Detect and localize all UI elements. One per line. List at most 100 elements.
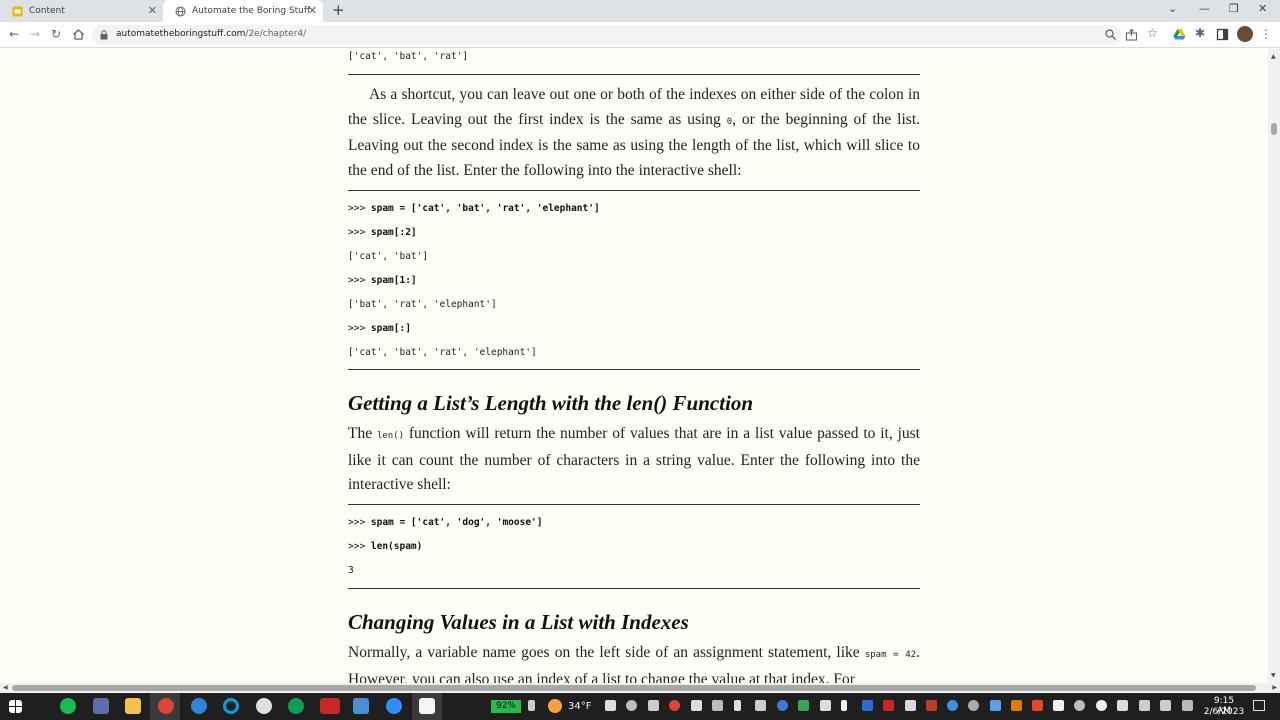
code-output: 3 <box>348 565 354 576</box>
tray-app-icon[interactable] <box>648 700 659 711</box>
edge-icon[interactable] <box>191 698 207 714</box>
code-line: >>> spam[1:] <box>348 275 417 286</box>
code-divider <box>348 369 920 370</box>
tray-app-icon[interactable] <box>883 700 894 711</box>
tray-app-icon[interactable] <box>755 700 766 711</box>
tray-app-icon[interactable] <box>712 700 723 711</box>
tray-app-icon[interactable] <box>905 700 916 711</box>
tray-app-icon[interactable] <box>820 700 831 711</box>
address-bar[interactable]: automatetheboringstuff.com/2e/chapter4/ … <box>92 25 1158 45</box>
bookmark-star-icon[interactable]: ☆ <box>1147 26 1158 40</box>
tray-app-icon[interactable] <box>990 700 1001 711</box>
code-line: >>> spam[:] <box>348 323 411 334</box>
tab-automate-boring-stuff[interactable]: Automate the Boring Stuff with Python ✕ <box>163 0 323 22</box>
reload-icon[interactable]: ↻ <box>51 27 61 41</box>
close-window-icon[interactable]: ✕ <box>1258 2 1267 15</box>
tray-app-icon[interactable] <box>968 700 979 711</box>
file-explorer-icon[interactable] <box>125 698 141 714</box>
code-line: >>> spam = ['cat', 'dog', 'moose'] <box>348 517 543 528</box>
share-icon[interactable] <box>1125 28 1138 41</box>
tray-app-icon[interactable] <box>1032 700 1043 711</box>
minimize-icon[interactable]: — <box>1199 2 1210 15</box>
paragraph-slice-shortcut: As a shortcut, you can leave out one or … <box>348 83 920 183</box>
forward-icon[interactable]: → <box>30 27 40 41</box>
url-path: /2e/chapter4/ <box>245 29 307 39</box>
tab-search-icon[interactable]: ⌄ <box>1168 2 1177 15</box>
wifi-icon[interactable] <box>1139 700 1150 711</box>
clock-date[interactable]: 2/6/2023 <box>1203 707 1245 717</box>
onedrive-icon[interactable] <box>947 700 958 711</box>
weather-temperature[interactable]: 34°F <box>568 701 591 712</box>
network-app-icon[interactable] <box>93 698 109 714</box>
tray-app-icon[interactable] <box>734 700 741 711</box>
url-host: automatetheboringstuff.com <box>116 29 246 39</box>
tray-chrome-icon[interactable] <box>669 700 680 711</box>
bluetooth-icon[interactable] <box>862 700 873 711</box>
tray-app-icon[interactable] <box>777 700 788 711</box>
paragraph-assignment: Normally, a variable name goes on the le… <box>348 641 920 683</box>
tab-title: Automate the Boring Stuff with Python <box>192 6 310 16</box>
google-drive-icon[interactable] <box>1173 28 1186 41</box>
tray-app-icon[interactable] <box>1074 700 1085 711</box>
new-tab-button[interactable]: + <box>332 3 345 18</box>
page-content: ['cat', 'bat', 'rat'] As a shortcut, you… <box>0 49 1268 683</box>
zoom-icon[interactable] <box>1104 28 1117 41</box>
tray-app-icon[interactable] <box>1053 700 1064 711</box>
document-app-icon[interactable] <box>419 698 435 714</box>
weather-icon[interactable] <box>548 699 562 713</box>
scrollbar-thumb[interactable] <box>12 685 1256 691</box>
globe-icon <box>175 6 186 16</box>
pen-icon[interactable] <box>1182 700 1193 711</box>
code-line: >>> spam[:2] <box>348 227 417 238</box>
chrome-profile-icon[interactable] <box>288 698 304 714</box>
cortana-icon[interactable] <box>223 698 239 714</box>
vertical-scrollbar[interactable]: ▲ ▼ <box>1268 49 1280 683</box>
code-divider <box>348 588 920 589</box>
notification-icon[interactable] <box>1253 700 1265 711</box>
windows-start-icon[interactable] <box>9 700 22 713</box>
tray-microphone-icon[interactable] <box>841 700 847 711</box>
chrome-icon[interactable] <box>158 698 174 714</box>
scroll-right-icon[interactable]: ▶ <box>1272 684 1277 691</box>
tray-app-icon[interactable] <box>605 700 616 711</box>
slack-icon[interactable] <box>256 698 272 714</box>
tray-app-icon[interactable] <box>926 700 937 711</box>
tray-app-icon[interactable] <box>1117 700 1128 711</box>
code-divider <box>348 504 920 505</box>
profile-avatar[interactable] <box>1237 26 1253 42</box>
restore-icon[interactable]: ❐ <box>1229 2 1239 15</box>
side-panel-icon[interactable] <box>1216 28 1229 41</box>
paragraph-len-function: The len() function will return the numbe… <box>348 422 920 498</box>
menu-icon[interactable]: ⋮ <box>1260 27 1272 41</box>
battery-indicator[interactable]: 92% <box>491 700 521 713</box>
code-line: >>> spam = ['cat', 'bat', 'rat', 'elepha… <box>348 203 600 214</box>
microphone-icon[interactable] <box>528 700 535 711</box>
back-icon[interactable]: ← <box>9 27 19 41</box>
paragraph-text: The <box>348 425 377 442</box>
tray-app-icon[interactable] <box>1011 700 1022 711</box>
paragraph-text: function will return the number of value… <box>348 425 920 493</box>
home-icon[interactable] <box>72 28 85 41</box>
close-icon[interactable]: ✕ <box>308 5 317 16</box>
tray-app-icon[interactable] <box>798 700 809 711</box>
scroll-left-icon[interactable]: ◀ <box>3 684 8 691</box>
code-output: ['cat', 'bat', 'rat', 'elephant'] <box>348 347 537 358</box>
scroll-up-icon[interactable]: ▲ <box>1271 53 1276 60</box>
tray-app-icon[interactable] <box>691 700 702 711</box>
scroll-down-icon[interactable]: ▼ <box>1271 672 1276 679</box>
code-divider <box>348 74 920 75</box>
horizontal-scrollbar[interactable]: ◀ ▶ <box>0 683 1280 693</box>
notepad-icon[interactable] <box>353 698 369 714</box>
tray-app-icon[interactable] <box>1096 700 1107 711</box>
tray-app-icon[interactable] <box>626 700 637 711</box>
paragraph-text: Normally, a variable name goes on the le… <box>348 644 865 661</box>
video-app-icon[interactable] <box>320 698 340 714</box>
tab-content[interactable]: Content ✕ <box>0 0 163 22</box>
scrollbar-thumb[interactable] <box>1271 123 1277 135</box>
zoom-app-icon[interactable] <box>386 698 402 714</box>
volume-icon[interactable] <box>1160 700 1171 711</box>
close-icon[interactable]: ✕ <box>148 5 157 16</box>
spotify-icon[interactable] <box>60 698 76 714</box>
tab-title: Content <box>29 6 65 16</box>
extensions-icon[interactable]: ✱ <box>1195 26 1205 40</box>
